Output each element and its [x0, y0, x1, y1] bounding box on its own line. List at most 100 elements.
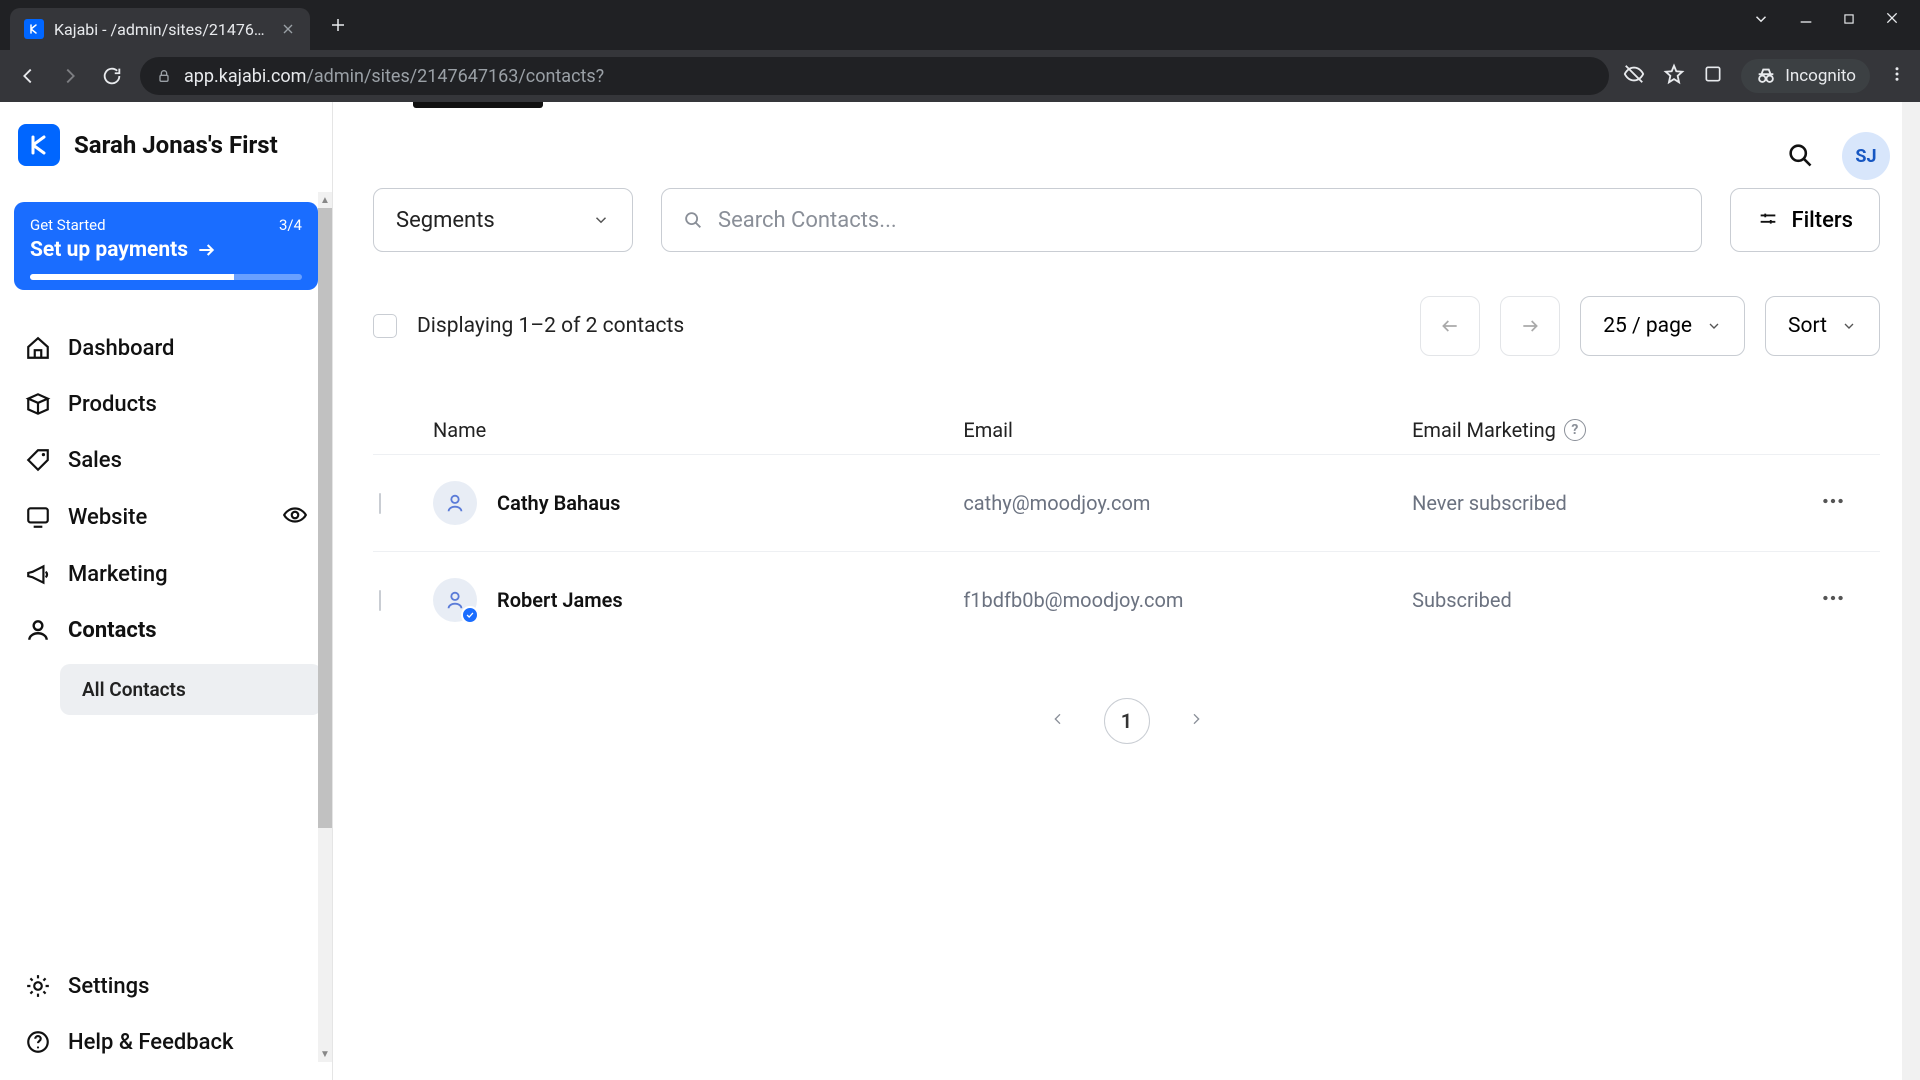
- per-page-dropdown[interactable]: 25 / page: [1580, 296, 1745, 356]
- brand[interactable]: Sarah Jonas's First: [0, 102, 332, 188]
- contact-marketing-status: Never subscribed: [1412, 491, 1567, 515]
- new-tab-button[interactable]: [322, 9, 354, 41]
- col-marketing: Email Marketing ?: [1412, 418, 1820, 442]
- get-started-progress: 3/4: [279, 216, 302, 234]
- sort-label: Sort: [1788, 314, 1827, 338]
- incognito-icon: [1755, 65, 1777, 87]
- megaphone-icon: [24, 560, 52, 588]
- contact-marketing-status: Subscribed: [1412, 588, 1512, 612]
- page-prev-icon[interactable]: [1040, 701, 1076, 741]
- nav-label: Help & Feedback: [68, 1030, 233, 1055]
- url-input[interactable]: app.kajabi.com/admin/sites/2147647163/co…: [140, 57, 1609, 95]
- get-started-eyebrow: Get Started: [30, 216, 106, 234]
- tag-icon: [24, 446, 52, 474]
- nav-website[interactable]: Website: [10, 488, 322, 546]
- nav-dashboard[interactable]: Dashboard: [10, 320, 322, 376]
- primary-nav: Dashboard Products Sales Website Marketi…: [0, 314, 332, 721]
- maximize-icon[interactable]: [1842, 10, 1856, 33]
- browser-tab[interactable]: Kajabi - /admin/sites/2147647163: [10, 8, 310, 50]
- url-text: app.kajabi.com/admin/sites/2147647163/co…: [184, 66, 604, 87]
- row-menu-icon[interactable]: [1820, 488, 1880, 518]
- help-icon: [24, 1028, 52, 1056]
- progress-bar: [30, 274, 302, 280]
- nav-sales[interactable]: Sales: [10, 432, 322, 488]
- address-bar: app.kajabi.com/admin/sites/2147647163/co…: [0, 50, 1920, 102]
- subnav-all-contacts[interactable]: All Contacts: [60, 664, 322, 715]
- box-icon: [24, 390, 52, 418]
- contact-avatar-icon: [433, 578, 477, 622]
- search-contacts[interactable]: [661, 188, 1702, 252]
- reload-button[interactable]: [98, 62, 126, 90]
- select-all-checkbox[interactable]: [373, 314, 397, 338]
- home-icon: [24, 334, 52, 362]
- row-checkbox[interactable]: [379, 493, 381, 514]
- get-started-cta: Set up payments: [30, 238, 188, 262]
- search-input[interactable]: [718, 208, 1681, 233]
- close-tab-icon[interactable]: [280, 21, 296, 37]
- prev-page-button[interactable]: [1420, 296, 1480, 356]
- close-window-icon[interactable]: [1884, 10, 1900, 33]
- forward-button[interactable]: [56, 62, 84, 90]
- next-page-button[interactable]: [1500, 296, 1560, 356]
- global-search-icon[interactable]: [1786, 141, 1816, 171]
- chevron-down-icon: [592, 211, 610, 229]
- nav-products[interactable]: Products: [10, 376, 322, 432]
- pagination: 1: [373, 698, 1880, 744]
- contacts-table: Name Email Email Marketing ? Cathy Bahau…: [373, 406, 1880, 648]
- nav-settings[interactable]: Settings: [10, 958, 322, 1014]
- get-started-card[interactable]: Get Started 3/4 Set up payments: [14, 202, 318, 290]
- filters-label: Filters: [1791, 208, 1853, 233]
- filters-button[interactable]: Filters: [1730, 188, 1880, 252]
- search-icon: [682, 209, 704, 231]
- main-content: SJ Segments Filters Displaying 1–2 of 2 …: [333, 102, 1920, 1080]
- nav-label: Sales: [68, 448, 122, 473]
- sliders-icon: [1757, 209, 1779, 231]
- table-row[interactable]: Robert James f1bdfb0b@moodjoy.com Subscr…: [373, 551, 1880, 648]
- tracking-icon[interactable]: [1623, 63, 1645, 89]
- nav-marketing[interactable]: Marketing: [10, 546, 322, 602]
- page-scrollbar[interactable]: [1902, 102, 1920, 1080]
- chevron-down-icon: [1841, 318, 1857, 334]
- displaying-text: Displaying 1–2 of 2 contacts: [417, 314, 684, 338]
- tab-title: Kajabi - /admin/sites/2147647163: [54, 20, 270, 39]
- col-name: Name: [433, 418, 963, 442]
- window-controls: [1732, 0, 1920, 43]
- segments-dropdown[interactable]: Segments: [373, 188, 633, 252]
- tab-overview-icon[interactable]: [1752, 10, 1770, 33]
- nav-label: Settings: [68, 974, 149, 999]
- contact-name: Cathy Bahaus: [497, 491, 620, 515]
- contact-email: f1bdfb0b@moodjoy.com: [963, 588, 1183, 612]
- nav-help[interactable]: Help & Feedback: [10, 1014, 322, 1070]
- col-email: Email: [963, 418, 1412, 442]
- extensions-icon[interactable]: [1703, 64, 1723, 88]
- row-checkbox[interactable]: [379, 590, 381, 611]
- incognito-badge[interactable]: Incognito: [1741, 59, 1870, 93]
- sidebar-scrollbar[interactable]: ▲ ▼: [318, 192, 332, 1062]
- browser-chrome: Kajabi - /admin/sites/2147647163 app.kaj…: [0, 0, 1920, 102]
- user-avatar[interactable]: SJ: [1842, 132, 1890, 180]
- arrow-right-icon: [196, 240, 216, 260]
- bookmark-icon[interactable]: [1663, 63, 1685, 89]
- nav-label: Marketing: [68, 562, 168, 587]
- sort-dropdown[interactable]: Sort: [1765, 296, 1880, 356]
- chevron-down-icon: [1706, 318, 1722, 334]
- contact-avatar-icon: [433, 481, 477, 525]
- gear-icon: [24, 972, 52, 1000]
- list-controls: Displaying 1–2 of 2 contacts 25 / page S…: [373, 296, 1880, 356]
- row-menu-icon[interactable]: [1820, 585, 1880, 615]
- segments-label: Segments: [396, 208, 495, 233]
- contact-name: Robert James: [497, 588, 623, 612]
- table-row[interactable]: Cathy Bahaus cathy@moodjoy.com Never sub…: [373, 454, 1880, 551]
- back-button[interactable]: [14, 62, 42, 90]
- page-next-icon[interactable]: [1178, 701, 1214, 741]
- tab-strip: Kajabi - /admin/sites/2147647163: [0, 0, 1920, 50]
- kajabi-favicon-icon: [24, 19, 44, 39]
- nav-contacts[interactable]: Contacts: [10, 602, 322, 658]
- help-tooltip-icon[interactable]: ?: [1564, 419, 1586, 441]
- page-number[interactable]: 1: [1104, 698, 1150, 744]
- browser-menu-icon[interactable]: [1888, 65, 1906, 87]
- active-tab-indicator: [413, 102, 543, 108]
- nav-label: Website: [68, 505, 147, 530]
- eye-icon[interactable]: [282, 502, 308, 532]
- minimize-icon[interactable]: [1798, 10, 1814, 33]
